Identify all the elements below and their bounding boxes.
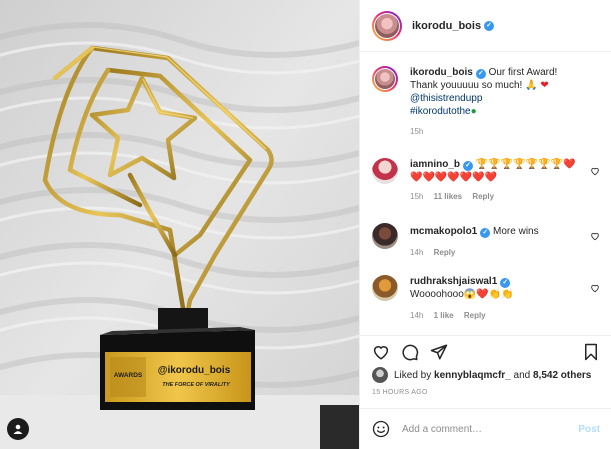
heart-icon[interactable] [590, 166, 600, 176]
comments-list[interactable]: ikorodu_bois ✓ Our first Award! Thank you… [360, 53, 611, 335]
post-image[interactable]: AWARDS @ikorodu_bois THE FORCE OF VIRALI… [0, 0, 359, 449]
post-header: ikorodu_bois ✓ [360, 0, 611, 52]
reply-button[interactable]: Reply [464, 311, 486, 320]
bookmark-icon[interactable] [582, 343, 600, 361]
comment-item: mcmakopolo1 ✓ More wins 14h Reply [372, 223, 602, 257]
likes-others-link[interactable]: 8,542 others [533, 370, 591, 381]
comment-time: 15h [410, 192, 424, 201]
pray-emoji-icon: 🙏 [525, 80, 538, 91]
comment-likes-count[interactable]: 1 like [434, 311, 454, 320]
commenter-username[interactable]: rudhrakshjaiswal1 [410, 276, 497, 287]
comment-text: More wins [493, 226, 539, 237]
commenter-avatar[interactable] [372, 158, 398, 184]
reply-button[interactable]: Reply [472, 192, 494, 201]
comment-icon[interactable] [401, 343, 419, 361]
commenter-username[interactable]: iamnino_b [410, 159, 460, 170]
likes-summary: Liked by kennyblaqmcfr_ and 8,542 others [372, 366, 602, 384]
liker-username[interactable]: kennyblaqmcfr_ [434, 370, 511, 381]
post-detail-panel: ikorodu_bois ✓ ikorodu_bois ✓ Our first A… [359, 0, 611, 449]
heart-emoji-icon: ❤ [540, 80, 549, 91]
comment-text: Woooohooo😱❤️👏👏 [410, 289, 514, 300]
smile-icon[interactable] [372, 420, 390, 438]
post-button[interactable]: Post [578, 424, 600, 435]
commenter-username[interactable]: mcmakopolo1 [410, 226, 477, 237]
comment-input[interactable] [402, 423, 579, 435]
verified-icon: ✓ [500, 278, 511, 288]
verified-icon: ✓ [484, 20, 495, 31]
plaque-handle: @ikorodu_bois [158, 365, 231, 376]
author-avatar[interactable] [372, 10, 402, 41]
mention-link[interactable]: @thisistrendupp [410, 93, 482, 104]
caption-time: 15h [410, 127, 424, 136]
add-comment-bar: Post [360, 408, 611, 449]
comment-likes-count[interactable]: 11 likes [434, 192, 462, 201]
heart-icon[interactable] [372, 343, 390, 361]
commenter-avatar[interactable] [372, 275, 398, 301]
user-tag-icon [13, 424, 23, 434]
trophy-photo: AWARDS @ikorodu_bois THE FORCE OF VIRALI… [0, 0, 359, 449]
action-bar [360, 335, 611, 365]
comment-item: rudhrakshjaiswal1 ✓ Woooohooo😱❤️👏👏 14h 1 … [372, 275, 602, 320]
likes-conj: and [513, 369, 531, 381]
verified-icon: ✓ [475, 69, 486, 79]
commenter-avatar[interactable] [372, 223, 398, 249]
share-icon[interactable] [430, 343, 448, 361]
comment-time: 14h [410, 311, 424, 320]
caption-username[interactable]: ikorodu_bois [410, 67, 473, 78]
liker-avatar[interactable] [372, 367, 388, 383]
verified-icon: ✓ [463, 161, 474, 171]
reply-button[interactable]: Reply [434, 248, 456, 257]
plaque-logo-text: AWARDS [114, 372, 143, 379]
author-username[interactable]: ikorodu_bois [412, 20, 481, 32]
comment-time: 14h [410, 248, 424, 257]
likes-prefix: Liked by [394, 369, 432, 381]
comment-item: iamnino_b ✓ 🏆🏆🏆🏆🏆🏆🏆❤️❤️❤️❤️❤️❤️❤️❤️ 15h 1… [372, 158, 602, 201]
caption-avatar[interactable] [372, 66, 398, 92]
heart-icon[interactable] [590, 231, 600, 241]
plaque-subtitle: THE FORCE OF VIRALITY [162, 382, 231, 388]
post-timestamp: 15 HOURS AGO [372, 389, 428, 396]
user-tag-button[interactable] [7, 418, 29, 440]
caption: ikorodu_bois ✓ Our first Award! Thank you… [372, 66, 602, 136]
verified-icon: ✓ [480, 228, 491, 238]
globe-emoji-icon: ● [470, 106, 477, 117]
heart-icon[interactable] [590, 283, 600, 293]
hashtag-link[interactable]: #ikorodutothe [410, 106, 471, 117]
